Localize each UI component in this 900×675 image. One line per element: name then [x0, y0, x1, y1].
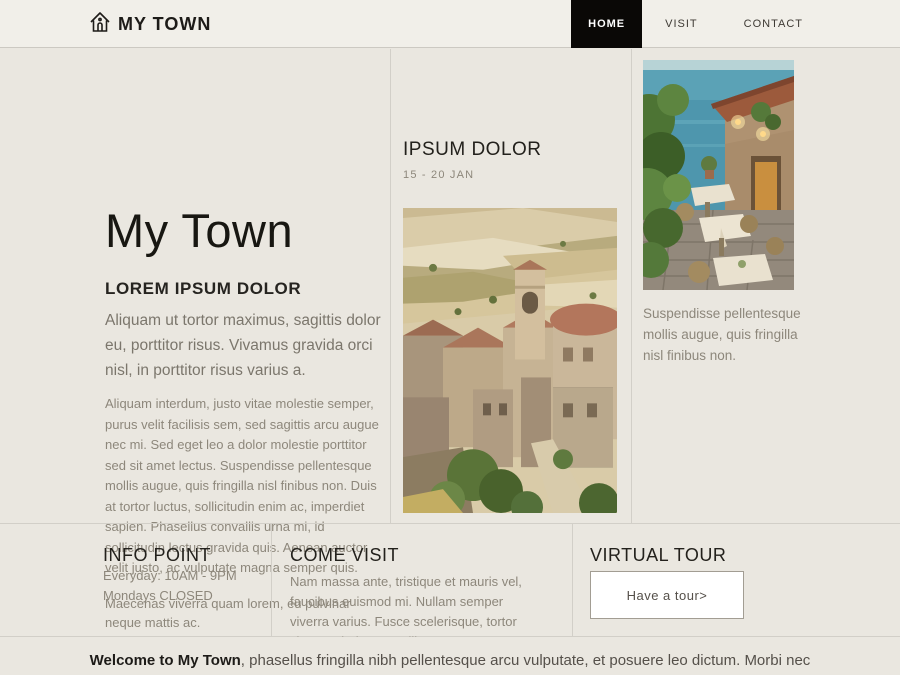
have-a-tour-button[interactable]: Have a tour> [590, 571, 744, 619]
hero-subtitle: LOREM IPSUM DOLOR [105, 279, 381, 299]
column-divider [390, 49, 391, 523]
info-point-hours: Everyday: 10AM - 9PM [103, 566, 253, 586]
hillside-town-photo [403, 208, 617, 513]
virtual-tour-section: VIRTUAL TOUR Have a tour> [590, 545, 850, 619]
page: MY TOWN HOME VISIT CONTACT My Town LOREM… [0, 0, 900, 675]
footer: Welcome to My Town, phasellus fringilla … [0, 637, 900, 675]
event-title: IPSUM DOLOR [403, 139, 618, 161]
footer-text: Welcome to My Town, phasellus fringilla … [0, 637, 900, 669]
info-point-section: INFO POINT Everyday: 10AM - 9PM Mondays … [103, 545, 253, 605]
info-row: INFO POINT Everyday: 10AM - 9PM Mondays … [0, 524, 900, 636]
section-divider [572, 524, 573, 636]
logo-text: MY TOWN [118, 14, 211, 35]
hero-lead-paragraph: Aliquam ut tortor maximus, sagittis dolo… [105, 308, 381, 383]
virtual-tour-title: VIRTUAL TOUR [590, 545, 850, 566]
section-divider [271, 524, 272, 636]
main-nav: HOME VISIT CONTACT [571, 0, 900, 48]
page-title: My Town [105, 205, 381, 257]
column-divider [631, 49, 632, 523]
aside-caption: Suspendisse pellentesque mollis augue, q… [643, 304, 815, 367]
event-dates: 15 - 20 JAN [403, 169, 618, 181]
footer-bold-text: Welcome to My Town [90, 652, 241, 669]
nav-item-visit[interactable]: VISIT [642, 0, 721, 48]
header: MY TOWN HOME VISIT CONTACT [0, 0, 900, 48]
house-icon [88, 10, 112, 39]
nav-item-contact[interactable]: CONTACT [721, 0, 826, 48]
logo[interactable]: MY TOWN [88, 0, 211, 48]
seaside-terrace-photo [643, 60, 794, 290]
main-content: My Town LOREM IPSUM DOLOR Aliquam ut tor… [0, 49, 900, 523]
nav-item-home[interactable]: HOME [571, 0, 642, 48]
event-section: IPSUM DOLOR 15 - 20 JAN [403, 139, 618, 513]
footer-regular-text: , phasellus fringilla nibh pellentesque … [241, 652, 811, 669]
info-point-closed: Mondays CLOSED [103, 586, 253, 606]
info-point-title: INFO POINT [103, 545, 253, 566]
aside-section: Suspendisse pellentesque mollis augue, q… [643, 60, 818, 367]
come-visit-title: COME VISIT [290, 545, 526, 566]
